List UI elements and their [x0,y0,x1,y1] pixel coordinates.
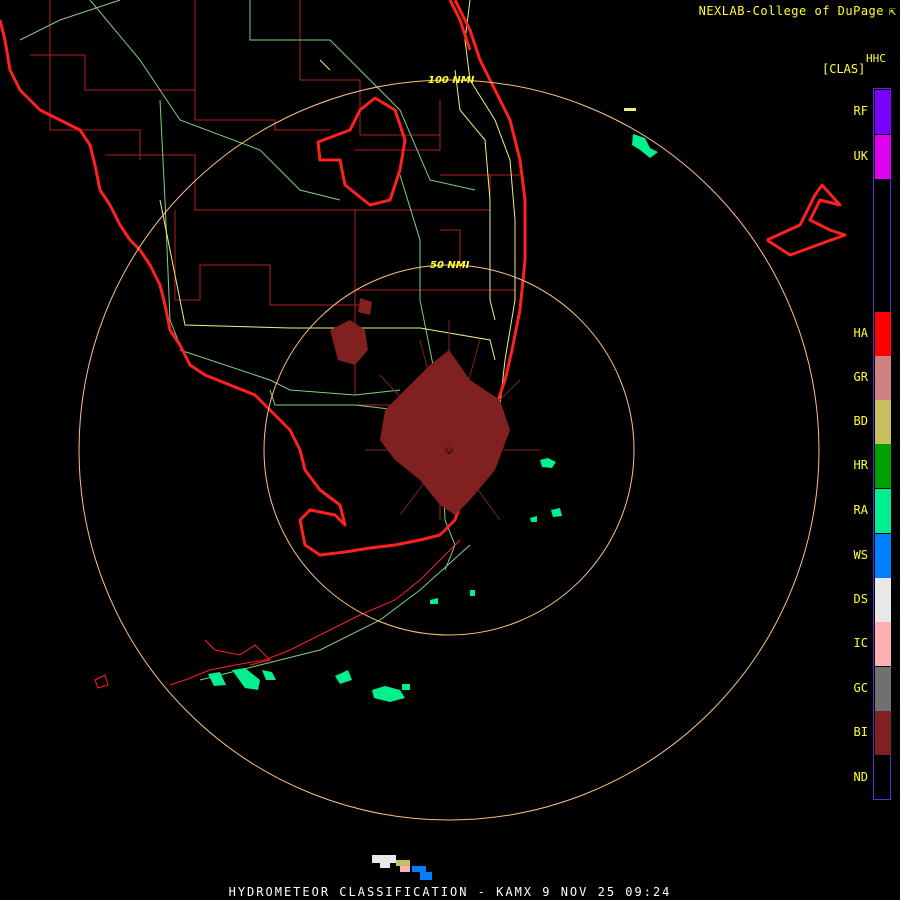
legend-label-ra: RA [853,503,868,517]
product-title: HYDROMETEOR CLASSIFICATION - KAMX 9 NOV … [228,885,672,899]
mixed-echo-bottom [372,855,432,880]
legend-swatch-gc [875,667,891,711]
legend-label-nd: ND [853,770,868,784]
small-echo-ne [624,108,636,111]
legend-swatch-ws [875,534,891,578]
external-link-icon[interactable]: ⇱ [889,4,896,18]
legend-swatch-rf [875,90,891,134]
legend-swatch-uk [875,135,891,179]
radar-map: 100 NMI 50 NMI [0,0,847,880]
legend-label-gr: GR [853,370,868,384]
legend-label-uk: UK [853,149,868,163]
biological-echo [330,298,510,515]
legend-swatch-ds [875,578,891,622]
legend-label-ha: HA [853,326,868,340]
range-ring-100-label: 100 NMI [428,75,475,86]
legend-swatch-ra [875,489,891,533]
credit-label: NEXLAB-College of DuPage [698,4,884,18]
legend-label-ds: DS [853,592,868,606]
legend-swatch-bd [875,400,891,444]
legend-label-gc: GC [853,681,868,695]
legend-swatch-hr [875,444,891,488]
keys-coastline [94,539,461,689]
product-bracket-label: [CLAS] [822,62,866,76]
product-code: HHC [866,52,886,65]
legend-label-bi: BI [853,725,868,739]
legend-swatch-ic [875,622,891,666]
roads [19,0,476,681]
legend-colorbar [873,88,891,800]
legend-label-ws: WS [853,548,868,562]
legend-label-bd: BD [853,414,868,428]
legend-swatch-bi [875,711,891,755]
legend-swatch-gr [875,356,891,400]
legend-swatch-ha [875,312,891,356]
range-ring-50-label: 50 NMI [430,260,470,271]
legend-label-hr: HR [853,458,868,472]
legend-label-ic: IC [853,636,868,650]
legend-label-rf: RF [853,104,868,118]
